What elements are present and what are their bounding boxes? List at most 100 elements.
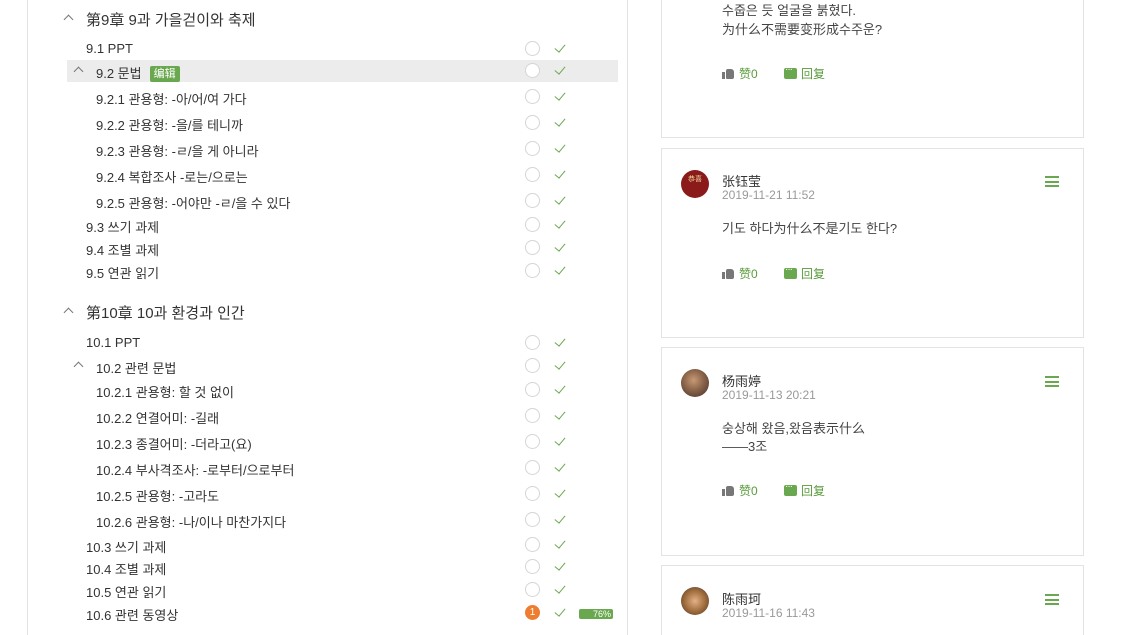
menu-icon[interactable] [1045, 176, 1059, 187]
tree-item-10-5[interactable]: 10.5 연관 읽기 [28, 579, 628, 601]
tree-item-9-2-3[interactable]: 9.2.3 관용형: -ㄹ/을 게 아니라 [28, 138, 628, 160]
tree-item-9-3[interactable]: 9.3 쓰기 과제 [28, 214, 628, 236]
page: 第9章 9과 가을걷이와 축제 9.1 PPT 9.2 문법 编辑 9.2.1 관… [0, 0, 1122, 635]
avatar[interactable] [681, 369, 709, 397]
chapter-9-header[interactable]: 第9章 9과 가을걷이와 축제 [28, 8, 628, 30]
check-icon [554, 606, 568, 618]
tree-item-9-4[interactable]: 9.4 조별 과제 [28, 237, 628, 259]
tree-item-10-3[interactable]: 10.3 쓰기 과제 [28, 534, 628, 556]
tree-item-9-5[interactable]: 9.5 연관 읽기 [28, 260, 628, 282]
thumbs-up-icon [722, 485, 735, 496]
reply-button[interactable]: 回复 [784, 64, 825, 82]
tree-item-label[interactable]: 10.2 관련 문법 [96, 358, 176, 377]
progress-badge: 76% [579, 609, 613, 619]
tree-item-label[interactable]: 10.2.6 관용형: -나/이나 마찬가지다 [96, 512, 286, 531]
tree-item-9-2-5[interactable]: 9.2.5 관용형: -어야만 -ㄹ/을 수 있다 [28, 190, 628, 212]
status-circle-icon [525, 559, 540, 574]
tree-item-label[interactable]: 10.2.1 관용형: 할 것 없이 [96, 382, 234, 401]
edit-badge[interactable]: 编辑 [149, 66, 180, 82]
menu-icon[interactable] [1045, 376, 1059, 387]
chat-bubble-icon [784, 481, 797, 496]
tree-item-label[interactable]: 9.1 PPT [86, 41, 133, 56]
tree-item-9-2[interactable]: 9.2 문법 编辑 [67, 60, 618, 82]
status-circle-icon [525, 582, 540, 597]
tree-item-label[interactable]: 9.5 연관 읽기 [86, 263, 159, 282]
tree-item-label[interactable]: 9.2.3 관용형: -ㄹ/을 게 아니라 [96, 141, 259, 160]
tree-item-10-2-3[interactable]: 10.2.3 종결어미: -더라고(요) [28, 431, 628, 453]
status-circle-icon [525, 486, 540, 501]
like-button[interactable]: 赞0 [722, 265, 758, 282]
check-icon [554, 383, 568, 395]
avatar[interactable] [681, 587, 709, 615]
tree-item-label[interactable]: 9.2.4 복합조사 -로는/으로는 [96, 167, 248, 186]
reply-button[interactable]: 回复 [784, 264, 825, 282]
comment-card: 陈雨珂 2019-11-16 11:43 [661, 565, 1084, 635]
comment-card: 杨雨婷 2019-11-13 20:21 숭상해 왔음,왔음表示什么 ——3조 … [661, 347, 1084, 556]
tree-item-10-2[interactable]: 10.2 관련 문법 [28, 355, 628, 377]
tree-item-label[interactable]: 10.4 조별 과제 [86, 559, 166, 578]
check-icon [554, 90, 568, 102]
status-circle-icon [525, 512, 540, 527]
reply-button[interactable]: 回复 [784, 481, 825, 499]
tree-item-label[interactable]: 10.5 연관 읽기 [86, 582, 166, 601]
check-icon [554, 583, 568, 595]
comment-text-line: 수줍은 듯 얼굴을 붉혔다. [722, 3, 857, 18]
status-circle-icon [525, 217, 540, 232]
status-circle-icon [525, 193, 540, 208]
chevron-up-icon[interactable] [73, 64, 85, 76]
tree-item-label[interactable]: 9.2 문법 [96, 66, 142, 81]
status-circle-icon [525, 115, 540, 130]
status-circle-icon [525, 167, 540, 182]
avatar[interactable]: 恭喜 [681, 170, 709, 198]
check-icon [554, 142, 568, 154]
tree-item-label[interactable]: 9.3 쓰기 과제 [86, 217, 159, 236]
check-icon [554, 435, 568, 447]
chevron-up-icon[interactable] [63, 305, 75, 317]
tree-item-label[interactable]: 10.2.3 종결어미: -더라고(요) [96, 434, 252, 453]
tree-item-label[interactable]: 9.2.5 관용형: -어야만 -ㄹ/을 수 있다 [96, 193, 290, 212]
chapter-title: 第9章 9과 가을걷이와 축제 [86, 12, 256, 29]
comment-text-line: ——3조 [722, 439, 768, 454]
tree-item-label[interactable]: 9.2.2 관용형: -을/를 테니까 [96, 115, 243, 134]
tree-item-10-4[interactable]: 10.4 조별 과제 [28, 556, 628, 578]
status-circle-icon [525, 408, 540, 423]
tree-item-10-2-6[interactable]: 10.2.6 관용형: -나/이나 마찬가지다 [28, 509, 628, 531]
tree-item-9-2-2[interactable]: 9.2.2 관용형: -을/를 테니까 [28, 112, 628, 134]
tree-item-9-2-4[interactable]: 9.2.4 복합조사 -로는/으로는 [28, 164, 628, 186]
comment-text-line: 숭상해 왔음,왔음表示什么 [722, 421, 865, 436]
menu-icon[interactable] [1045, 594, 1059, 605]
tree-item-9-1[interactable]: 9.1 PPT [28, 38, 628, 60]
chevron-up-icon[interactable] [73, 359, 85, 371]
check-icon [554, 218, 568, 230]
status-circle-icon [525, 382, 540, 397]
tree-item-label[interactable]: 10.2.4 부사격조사: -로부터/으로부터 [96, 460, 294, 479]
check-icon [554, 64, 568, 76]
chevron-up-icon[interactable] [63, 12, 75, 24]
tree-item-10-2-2[interactable]: 10.2.2 연결어미: -길래 [28, 405, 628, 427]
tree-item-label[interactable]: 10.2.5 관용형: -고라도 [96, 486, 219, 505]
notification-count-badge: 1 [525, 605, 540, 620]
tree-item-9-2-1[interactable]: 9.2.1 관용형: -아/어/여 가다 [28, 86, 628, 108]
tree-item-10-2-4[interactable]: 10.2.4 부사격조사: -로부터/으로부터 [28, 457, 628, 479]
tree-item-label[interactable]: 10.6 관련 동영상 [86, 605, 178, 624]
tree-item-10-2-1[interactable]: 10.2.1 관용형: 할 것 없이 [28, 379, 628, 401]
tree-item-label[interactable]: 9.4 조별 과제 [86, 240, 159, 259]
check-icon [554, 513, 568, 525]
tree-item-label[interactable]: 10.2.2 연결어미: -길래 [96, 408, 219, 427]
tree-item-label[interactable]: 9.2.1 관용형: -아/어/여 가다 [96, 89, 247, 108]
like-button[interactable]: 赞0 [722, 65, 758, 82]
tree-item-10-1[interactable]: 10.1 PPT [28, 332, 628, 354]
tree-item-10-2-5[interactable]: 10.2.5 관용형: -고라도 [28, 483, 628, 505]
status-circle-icon [525, 434, 540, 449]
like-button[interactable]: 赞0 [722, 482, 758, 499]
check-icon [554, 116, 568, 128]
comment-card: 수줍은 듯 얼굴을 붉혔다. 为什么不需要变形成수주운? 赞0 回复 [661, 0, 1084, 138]
status-circle-icon [525, 537, 540, 552]
chapter-10-header[interactable]: 第10章 10과 환경과 인간 [28, 301, 628, 323]
tree-item-label[interactable]: 10.1 PPT [86, 335, 140, 350]
tree-item-label[interactable]: 10.3 쓰기 과제 [86, 537, 166, 556]
tree-item-10-6[interactable]: 10.6 관련 동영상 1 76% [28, 602, 628, 624]
status-circle-icon [525, 335, 540, 350]
comment-time: 2019-11-16 11:43 [722, 606, 815, 620]
status-circle-icon [525, 41, 540, 56]
